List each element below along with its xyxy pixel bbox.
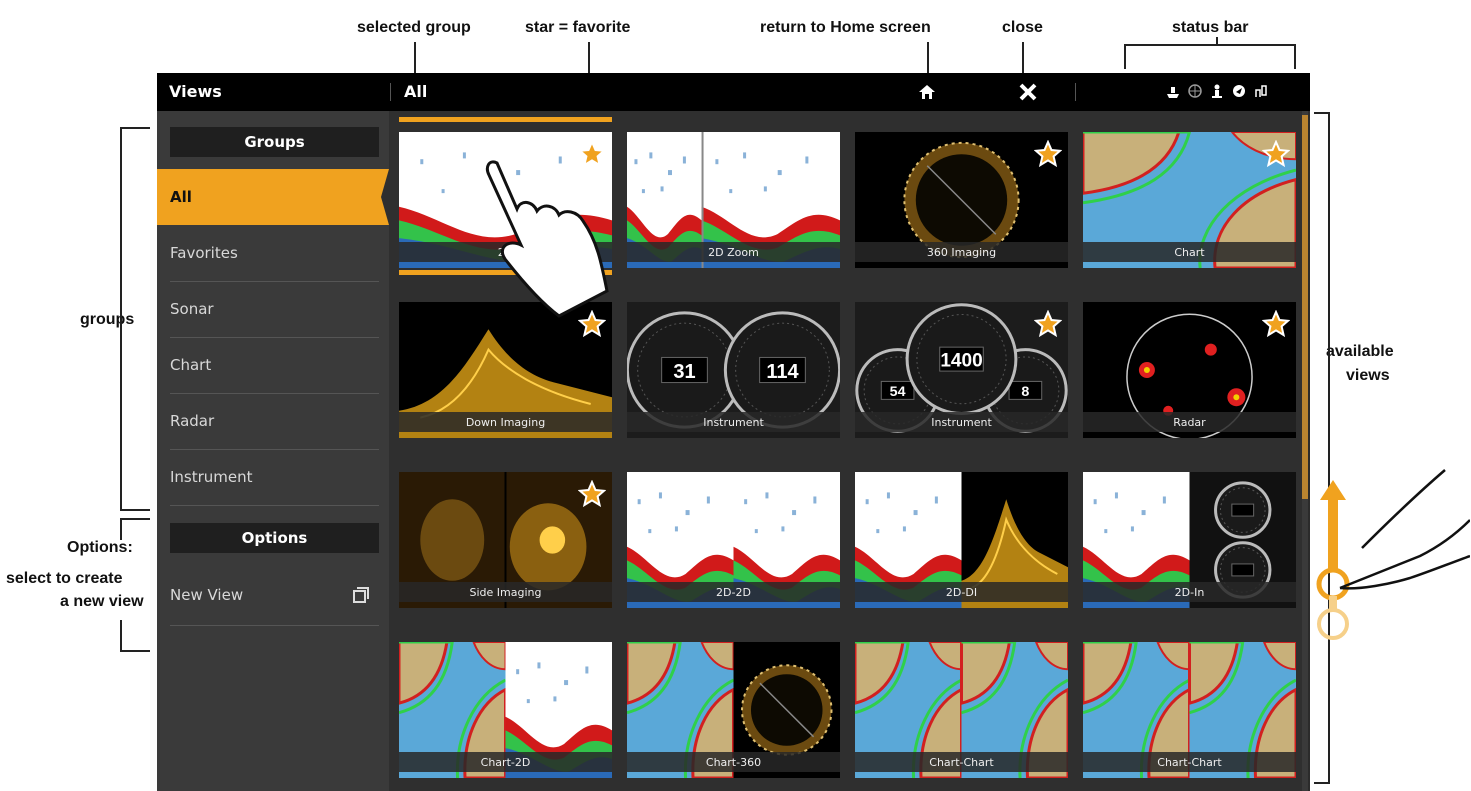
view-tile-split-2d-2d[interactable]: 2D-2D bbox=[627, 472, 840, 608]
anchor-icon bbox=[1209, 82, 1225, 100]
view-tile-label: Radar bbox=[1083, 412, 1296, 432]
options-header: Options bbox=[170, 523, 379, 553]
view-tile-label: Chart bbox=[1083, 242, 1296, 262]
sidebar-item-favorites[interactable]: Favorites bbox=[157, 225, 389, 281]
svg-text:8: 8 bbox=[1021, 384, 1029, 400]
selected-group-label: All bbox=[404, 82, 428, 101]
callout-status-bar: status bar bbox=[1172, 19, 1249, 36]
view-tile-split-2d-in[interactable]: 2D-In bbox=[1083, 472, 1296, 608]
view-tile-label: 360 Imaging bbox=[855, 242, 1068, 262]
boat-icon bbox=[1165, 82, 1181, 100]
callout-groups: groups bbox=[80, 311, 135, 328]
view-tile-label: 2D Zoom bbox=[627, 242, 840, 262]
view-tile-label: 2D-In bbox=[1083, 582, 1296, 602]
view-tile-instrument2[interactable]: 31 114 Instrument bbox=[627, 302, 840, 438]
view-tile-label: Instrument bbox=[627, 412, 840, 432]
view-tile-label: Chart-2D bbox=[399, 752, 612, 772]
view-tile-downimaging[interactable]: Down Imaging bbox=[399, 302, 612, 438]
view-tile-label: Chart-360 bbox=[627, 752, 840, 772]
svg-text:31: 31 bbox=[673, 361, 695, 383]
view-tile-label: Down Imaging bbox=[399, 412, 612, 432]
favorite-star-icon bbox=[578, 480, 606, 508]
hand-pointer-icon bbox=[485, 160, 609, 318]
view-tile-split-2d-di[interactable]: 2D-DI bbox=[855, 472, 1068, 608]
view-tile-radar[interactable]: Radar bbox=[1083, 302, 1296, 438]
callout-available-views-1: available bbox=[1326, 343, 1394, 360]
view-tile-split-chart-2d[interactable]: Chart-2D bbox=[399, 642, 612, 778]
view-tile-split-chart-chart[interactable]: Chart-Chart bbox=[855, 642, 1068, 778]
favorite-star-icon bbox=[1034, 140, 1062, 168]
top-bar: Views All bbox=[157, 73, 1310, 111]
scroll-thumb[interactable] bbox=[1302, 115, 1308, 499]
favorite-star-icon bbox=[1262, 140, 1290, 168]
view-tile-label: 2D-DI bbox=[855, 582, 1068, 602]
callout-options-2: select to create bbox=[6, 570, 123, 587]
view-tile-sonar2dzoom[interactable]: 2D Zoom bbox=[627, 132, 840, 268]
view-tile-sideimaging[interactable]: Side Imaging bbox=[399, 472, 612, 608]
sidebar: Groups All Favorites Sonar Chart Radar I… bbox=[157, 111, 389, 791]
swipe-hand-icon bbox=[1316, 469, 1470, 640]
callout-options-1: Options: bbox=[67, 539, 133, 556]
sidebar-item-radar[interactable]: Radar bbox=[157, 393, 389, 449]
svg-text:114: 114 bbox=[766, 361, 798, 383]
groups-header: Groups bbox=[170, 127, 379, 157]
close-icon bbox=[1019, 83, 1037, 101]
wheel-icon bbox=[1187, 82, 1203, 100]
sidebar-item-chart[interactable]: Chart bbox=[157, 337, 389, 393]
view-tile-split-chart-360[interactable]: Chart-360 bbox=[627, 642, 840, 778]
view-tile-label: Side Imaging bbox=[399, 582, 612, 602]
close-button[interactable] bbox=[1014, 79, 1042, 105]
navigation-icon bbox=[1231, 82, 1247, 100]
new-view-icon bbox=[353, 587, 369, 603]
network-icon bbox=[1253, 82, 1269, 100]
new-view-label: New View bbox=[170, 586, 244, 604]
view-tile-label: Chart-Chart bbox=[855, 752, 1068, 772]
svg-text:1400: 1400 bbox=[940, 351, 982, 372]
svg-text:54: 54 bbox=[890, 384, 906, 400]
view-tile-instrument3[interactable]: 54 8 1400 Instrument bbox=[855, 302, 1068, 438]
status-bar[interactable] bbox=[1165, 82, 1269, 100]
selected-pointer-icon bbox=[381, 169, 389, 225]
callout-selected-group: selected group bbox=[357, 19, 471, 36]
view-tile-label: Instrument bbox=[855, 412, 1068, 432]
view-tile-imaging360[interactable]: 360 Imaging bbox=[855, 132, 1068, 268]
home-icon bbox=[919, 85, 935, 99]
favorite-star-icon bbox=[1262, 310, 1290, 338]
home-button[interactable] bbox=[913, 79, 941, 105]
sidebar-item-instrument[interactable]: Instrument bbox=[157, 449, 389, 505]
callout-close: close bbox=[1002, 19, 1043, 36]
new-view-button[interactable]: New View bbox=[157, 567, 389, 623]
callout-available-views-2: views bbox=[1346, 367, 1390, 384]
view-tile-label: 2D-2D bbox=[627, 582, 840, 602]
views-screen: Views All Groups All Favorites Sonar Cha… bbox=[157, 73, 1310, 791]
view-tile-split-chart-chart[interactable]: Chart-Chart bbox=[1083, 642, 1296, 778]
selection-bar-top bbox=[399, 117, 612, 122]
callout-options-3: a new view bbox=[60, 593, 144, 610]
callout-star-favorite: star = favorite bbox=[525, 19, 631, 36]
sidebar-item-all[interactable]: All bbox=[157, 169, 389, 225]
callout-return-home: return to Home screen bbox=[760, 19, 931, 36]
sidebar-item-sonar[interactable]: Sonar bbox=[157, 281, 389, 337]
view-tile-chart[interactable]: Chart bbox=[1083, 132, 1296, 268]
view-tile-label: Chart-Chart bbox=[1083, 752, 1296, 772]
favorite-star-icon bbox=[1034, 310, 1062, 338]
screen-title: Views bbox=[169, 82, 222, 101]
views-grid: 2D 2D Zoom 360 Imaging Chart Down Imagin… bbox=[389, 111, 1302, 791]
